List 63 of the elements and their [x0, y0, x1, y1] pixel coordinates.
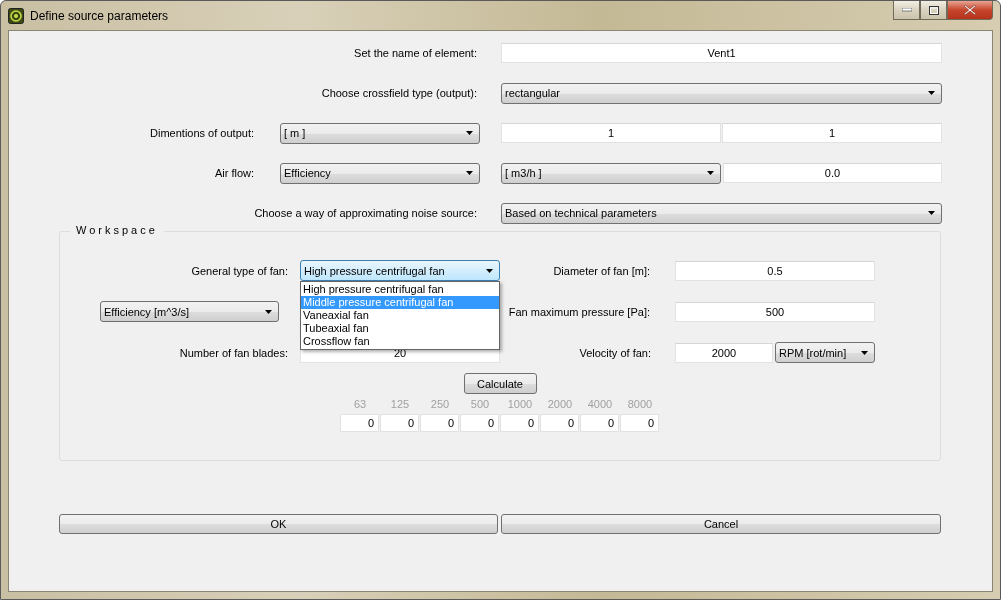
window-title: Define source parameters	[30, 8, 170, 23]
air-flow-unit-select[interactable]: [ m3/h ]	[501, 162, 721, 184]
ok-button[interactable]: OK	[59, 514, 498, 534]
element-name-field[interactable]: Vent1	[501, 43, 942, 63]
width-field[interactable]: 1	[501, 123, 721, 143]
maximize-icon	[928, 5, 939, 15]
band-label: 1000	[506, 398, 534, 410]
caret-icon	[265, 309, 272, 314]
band-label: 63	[352, 398, 368, 410]
crossfield-type-label: Choose crossfield type (output):	[320, 87, 478, 99]
band-field[interactable]: 0	[620, 414, 659, 432]
caret-icon	[928, 91, 935, 95]
velocity-unit-select[interactable]: RPM [rot/min]	[775, 342, 875, 363]
app-icon	[8, 7, 24, 24]
height-field[interactable]: 1	[722, 123, 942, 143]
approximation-select[interactable]: Based on technical parameters	[501, 202, 942, 224]
band-field[interactable]: 0	[380, 414, 419, 432]
band-field[interactable]: 0	[580, 414, 619, 432]
air-flow-label: Air flow:	[213, 167, 255, 179]
diameter-label: Diameter of fan [m]:	[552, 264, 651, 277]
approximation-label: Choose a way of approximating noise source:	[253, 207, 478, 219]
caret-icon	[466, 131, 473, 135]
crossfield-type-select[interactable]: rectangular	[501, 82, 942, 104]
fan-type-label: General type of fan:	[190, 264, 289, 277]
element-name-label: Set the name of element:	[353, 47, 478, 59]
flow-unit-select[interactable]: Efficiency [m^3/s]	[100, 301, 279, 322]
fan-type-option[interactable]: High pressure centrifugal fan	[301, 283, 499, 296]
dimensions-unit-select[interactable]: [ m ]	[280, 122, 480, 144]
band-label: 8000	[626, 398, 654, 410]
band-field[interactable]: 0	[460, 414, 499, 432]
caret-icon	[486, 268, 493, 273]
minimize-button[interactable]	[893, 1, 920, 20]
max-pressure-field[interactable]: 500	[675, 301, 875, 322]
workspace-title: Workspace	[70, 224, 164, 236]
fan-type-select[interactable]: High pressure centrifugal fan	[300, 260, 500, 281]
max-pressure-label: Fan maximum pressure [Pa]:	[507, 305, 651, 318]
air-flow-field[interactable]: 0.0	[723, 163, 942, 183]
calculate-button[interactable]: Calculate	[463, 373, 537, 394]
band-label: 2000	[546, 398, 574, 410]
band-label: 4000	[586, 398, 614, 410]
velocity-field[interactable]: 2000	[675, 342, 773, 363]
caret-icon	[466, 171, 473, 175]
fan-type-option[interactable]: Vaneaxial fan	[301, 309, 499, 322]
caret-icon	[707, 171, 714, 175]
band-field[interactable]: 0	[340, 414, 379, 432]
band-field[interactable]: 0	[540, 414, 579, 432]
band-label: 250	[429, 398, 451, 410]
band-field[interactable]: 0	[420, 414, 459, 432]
band-label: 500	[469, 398, 491, 410]
band-field[interactable]: 0	[500, 414, 539, 432]
caret-icon	[928, 211, 935, 215]
close-icon	[964, 5, 976, 15]
minimize-icon	[901, 8, 912, 12]
maximize-button[interactable]	[920, 1, 947, 20]
dimensions-label: Dimentions of output:	[149, 127, 255, 139]
caret-icon	[861, 350, 868, 355]
blades-label: Number of fan blades:	[178, 346, 289, 359]
velocity-label: Velocity of fan:	[578, 346, 652, 359]
cancel-button[interactable]: Cancel	[501, 514, 941, 534]
fan-type-option[interactable]: Tubeaxial fan	[301, 322, 499, 335]
band-label: 125	[389, 398, 411, 410]
air-flow-type-select[interactable]: Efficiency	[280, 162, 480, 184]
diameter-field[interactable]: 0.5	[675, 260, 875, 281]
